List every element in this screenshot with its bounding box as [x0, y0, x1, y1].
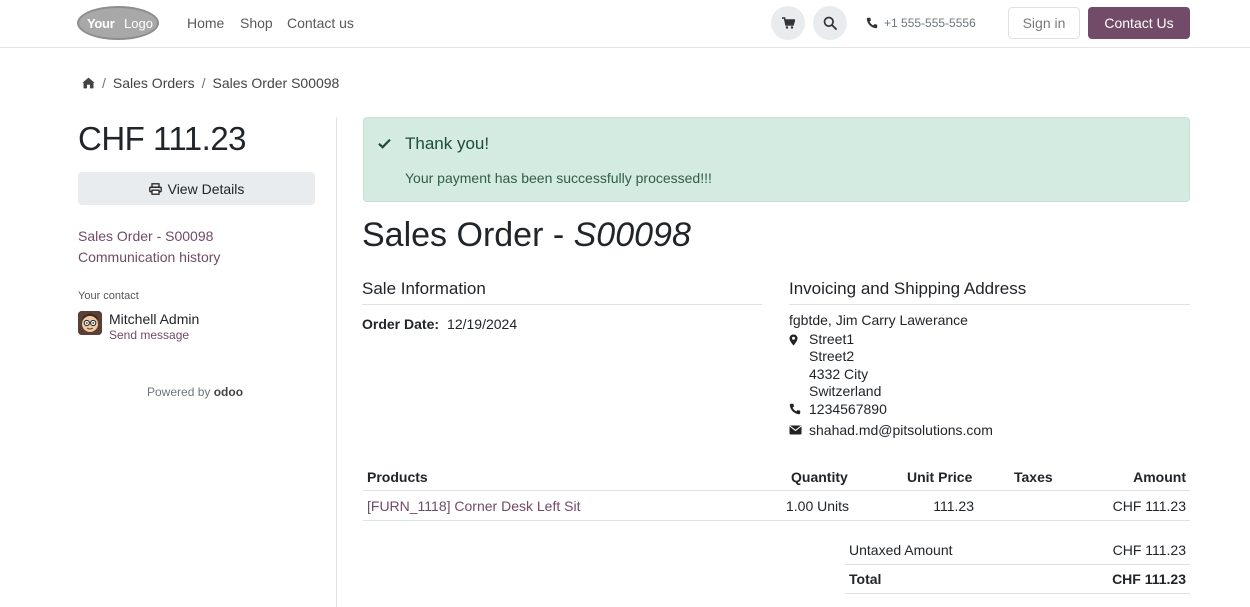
column-header-unit-price: Unit Price [907, 469, 973, 485]
address-name: fgbtde, Jim Carry Lawerance [789, 312, 968, 328]
column-header-products: Products [367, 469, 428, 485]
breadcrumb-current: Sales Order S00098 [212, 75, 340, 91]
send-message-link[interactable]: Send message [109, 328, 189, 342]
header-phone-number: +1 555-555-5556 [884, 16, 976, 30]
search-icon [823, 16, 837, 30]
address-line-1: Street1 [809, 331, 855, 347]
print-icon [148, 182, 162, 195]
address-phone-number: 1234567890 [809, 401, 887, 417]
logo-text-logo: Logo [124, 16, 153, 31]
nav-shop[interactable]: Shop [240, 15, 273, 31]
contact-name: Mitchell Admin [109, 311, 200, 327]
phone-icon [789, 403, 801, 415]
alert-title: Thank you! [405, 134, 490, 153]
sale-information-heading: Sale Information [362, 279, 762, 305]
payment-success-alert: Thank you! Your payment has been success… [363, 117, 1190, 202]
sign-in-button[interactable]: Sign in [1008, 7, 1080, 39]
cart-button[interactable] [771, 6, 805, 40]
order-date-value: 12/19/2024 [447, 316, 518, 332]
map-marker-icon [789, 334, 798, 346]
table-row-divider [363, 520, 1190, 521]
site-header: Your Logo Home Shop Contact us +1 555-55… [0, 0, 1250, 48]
alert-message: Your payment has been successfully proce… [405, 170, 712, 186]
product-amount: CHF 111.23 [1112, 498, 1186, 514]
product-quantity: 1.00 Units [786, 498, 850, 514]
order-date: Order Date: 12/19/2024 [362, 316, 517, 332]
sidebar-link-sales-order[interactable]: Sales Order - S00098 [78, 228, 213, 244]
page-title-order-number: S00098 [573, 216, 691, 254]
check-icon [378, 138, 391, 149]
address-heading: Invoicing and Shipping Address [789, 279, 1190, 305]
powered-by: Powered by odoo [147, 385, 243, 399]
product-unit-price: 111.23 [933, 498, 974, 514]
header-phone[interactable]: +1 555-555-5556 [866, 16, 976, 30]
breadcrumb-separator: / [201, 75, 206, 91]
total-label: Total [849, 571, 882, 587]
page-title-prefix: Sales Order - [362, 216, 574, 254]
untaxed-amount-value: CHF 111.23 [1112, 542, 1186, 558]
totals-divider [845, 564, 1190, 565]
contact-us-button[interactable]: Contact Us [1088, 7, 1190, 39]
breadcrumb: / Sales Orders / Sales Order S00098 [82, 75, 339, 91]
total-value: CHF 111.23 [1112, 571, 1186, 587]
address-phone: 1234567890 [789, 401, 887, 417]
address-line-3: 4332 City [809, 365, 869, 382]
view-details-label: View Details [167, 180, 245, 197]
address-line-2: Street2 [809, 348, 855, 365]
sidebar-link-communication-history[interactable]: Communication history [78, 249, 220, 265]
your-contact-caption: Your contact [78, 290, 139, 302]
envelope-icon [789, 425, 802, 435]
table-header-divider [363, 490, 1190, 491]
page-title: Sales Order - S00098 [362, 216, 691, 255]
address-line-4: Switzerland [809, 382, 882, 399]
avatar [78, 311, 102, 335]
powered-by-text: Powered by [147, 385, 211, 399]
address-email: shahad.md@pitsolutions.com [789, 422, 993, 438]
breadcrumb-separator: / [102, 75, 106, 91]
breadcrumb-sales-orders[interactable]: Sales Orders [113, 75, 195, 91]
phone-icon [866, 17, 878, 29]
view-details-button[interactable]: View Details [78, 172, 315, 205]
powered-by-brand[interactable]: odoo [214, 385, 243, 399]
order-date-label: Order Date: [362, 316, 440, 332]
cart-icon [781, 17, 795, 29]
address-email-value[interactable]: shahad.md@pitsolutions.com [809, 422, 993, 438]
site-logo[interactable]: Your Logo [77, 6, 159, 40]
address-block: Street1 Street2 4332 City Switzerland [789, 331, 881, 400]
order-total-amount: CHF 111.23 [78, 120, 247, 157]
home-icon[interactable] [82, 77, 95, 89]
column-header-taxes: Taxes [1014, 469, 1053, 485]
column-header-quantity: Quantity [791, 469, 848, 485]
untaxed-amount-label: Untaxed Amount [849, 542, 953, 558]
nav-home[interactable]: Home [187, 15, 224, 31]
totals-bottom-divider [845, 593, 1190, 594]
nav-contact-us[interactable]: Contact us [287, 15, 354, 31]
search-button[interactable] [813, 6, 847, 40]
product-link[interactable]: [FURN_1118] Corner Desk Left Sit [367, 498, 580, 514]
column-header-amount: Amount [1133, 469, 1186, 485]
sidebar-divider [336, 117, 337, 607]
avatar-image [78, 311, 102, 335]
logo-text-your: Your [87, 16, 115, 31]
